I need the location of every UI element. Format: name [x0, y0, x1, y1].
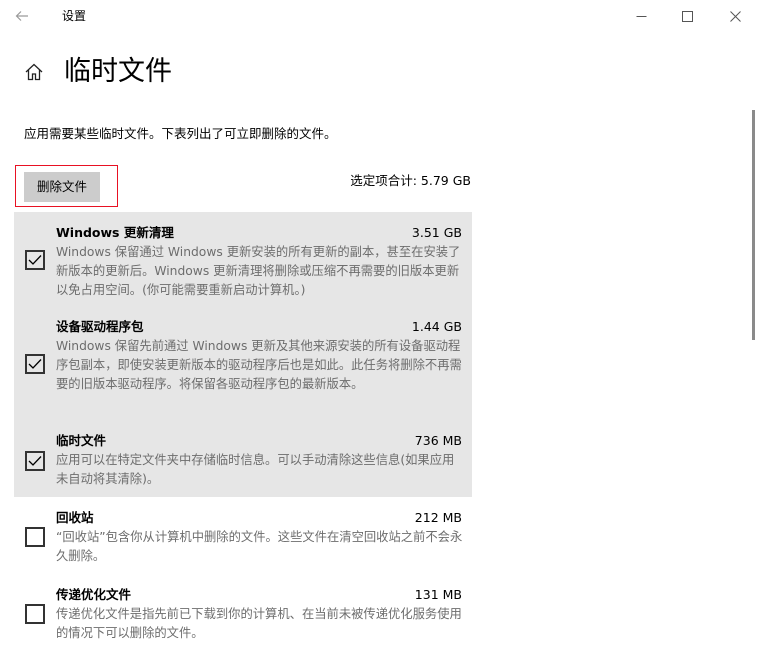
back-arrow-icon — [15, 11, 28, 21]
title-bar: 设置 — [0, 0, 758, 32]
checkbox-device-driver-packages[interactable] — [25, 354, 45, 374]
close-button[interactable] — [712, 0, 758, 32]
window-title: 设置 — [62, 9, 87, 23]
home-icon[interactable] — [22, 60, 46, 84]
list-item-windows-update-cleanup[interactable]: Windows 更新清理 3.51 GB Windows 保留通过 Window… — [14, 212, 472, 306]
minimize-icon — [636, 15, 646, 17]
checkbox-windows-update-cleanup[interactable] — [25, 250, 45, 270]
checkbox-temporary-files[interactable] — [25, 451, 45, 471]
item-size: 1.44 GB — [411, 319, 462, 334]
selected-total-label: 选定项合计: — [350, 173, 417, 188]
selected-total: 选定项合计: 5.79 GB — [350, 172, 471, 189]
back-button[interactable] — [8, 3, 36, 29]
item-size: 3.51 GB — [411, 225, 462, 240]
item-description: “回收站”包含你从计算机中删除的文件。这些文件在清空回收站之前不会永久删除。 — [56, 530, 463, 563]
checkmark-icon — [28, 359, 42, 369]
item-description: Windows 保留先前通过 Windows 更新及其他来源安装的所有设备驱动程… — [56, 339, 462, 391]
selected-total-value: 5.79 GB — [420, 173, 471, 188]
item-title: 传递优化文件 — [56, 587, 132, 602]
checkbox-delivery-optimization-files[interactable] — [25, 604, 45, 624]
delete-files-button[interactable]: 删除文件 — [24, 172, 100, 202]
close-icon — [729, 10, 741, 22]
item-title: 临时文件 — [56, 433, 107, 448]
minimize-button[interactable] — [618, 0, 664, 32]
item-size: 212 MB — [414, 510, 462, 525]
checkbox-recycle-bin[interactable] — [25, 527, 45, 547]
list-item-delivery-optimization-files[interactable]: 传递优化文件 131 MB 传递优化文件是指先前已下载到你的计算机、在当前未被传… — [14, 578, 472, 648]
item-size: 736 MB — [414, 433, 462, 448]
maximize-button[interactable] — [664, 0, 710, 32]
checkmark-icon — [28, 255, 42, 265]
list-item-recycle-bin[interactable]: 回收站 212 MB “回收站”包含你从计算机中删除的文件。这些文件在清空回收站… — [14, 500, 472, 576]
checkmark-icon — [28, 456, 42, 466]
page-description: 应用需要某些临时文件。下表列出了可立即删除的文件。 — [24, 126, 337, 141]
scrollbar-thumb[interactable] — [752, 110, 755, 340]
item-title: Windows 更新清理 — [56, 225, 174, 240]
page-title: 临时文件 — [64, 56, 172, 87]
list-item-temporary-files[interactable]: 临时文件 736 MB 应用可以在特定文件夹中存储临时信息。可以手动清除这些信息… — [14, 422, 472, 497]
maximize-icon — [681, 10, 693, 22]
item-description: 传递优化文件是指先前已下载到你的计算机、在当前未被传递优化服务使用的情况下可以删… — [56, 607, 462, 640]
list-item-device-driver-packages[interactable]: 设备驱动程序包 1.44 GB Windows 保留先前通过 Windows 更… — [14, 306, 472, 422]
settings-window: 设置 临时文件 应用需要某些临时文件。下表列出了可立即删除的文件。 删除文件 选… — [0, 0, 758, 648]
item-description: 应用可以在特定文件夹中存储临时信息。可以手动清除这些信息(如果应用未自动将其清除… — [56, 453, 455, 486]
item-title: 回收站 — [56, 510, 94, 525]
item-size: 131 MB — [414, 587, 462, 602]
item-title: 设备驱动程序包 — [56, 319, 144, 334]
item-description: Windows 保留通过 Windows 更新安装的所有更新的副本，甚至在安装了… — [56, 245, 461, 297]
